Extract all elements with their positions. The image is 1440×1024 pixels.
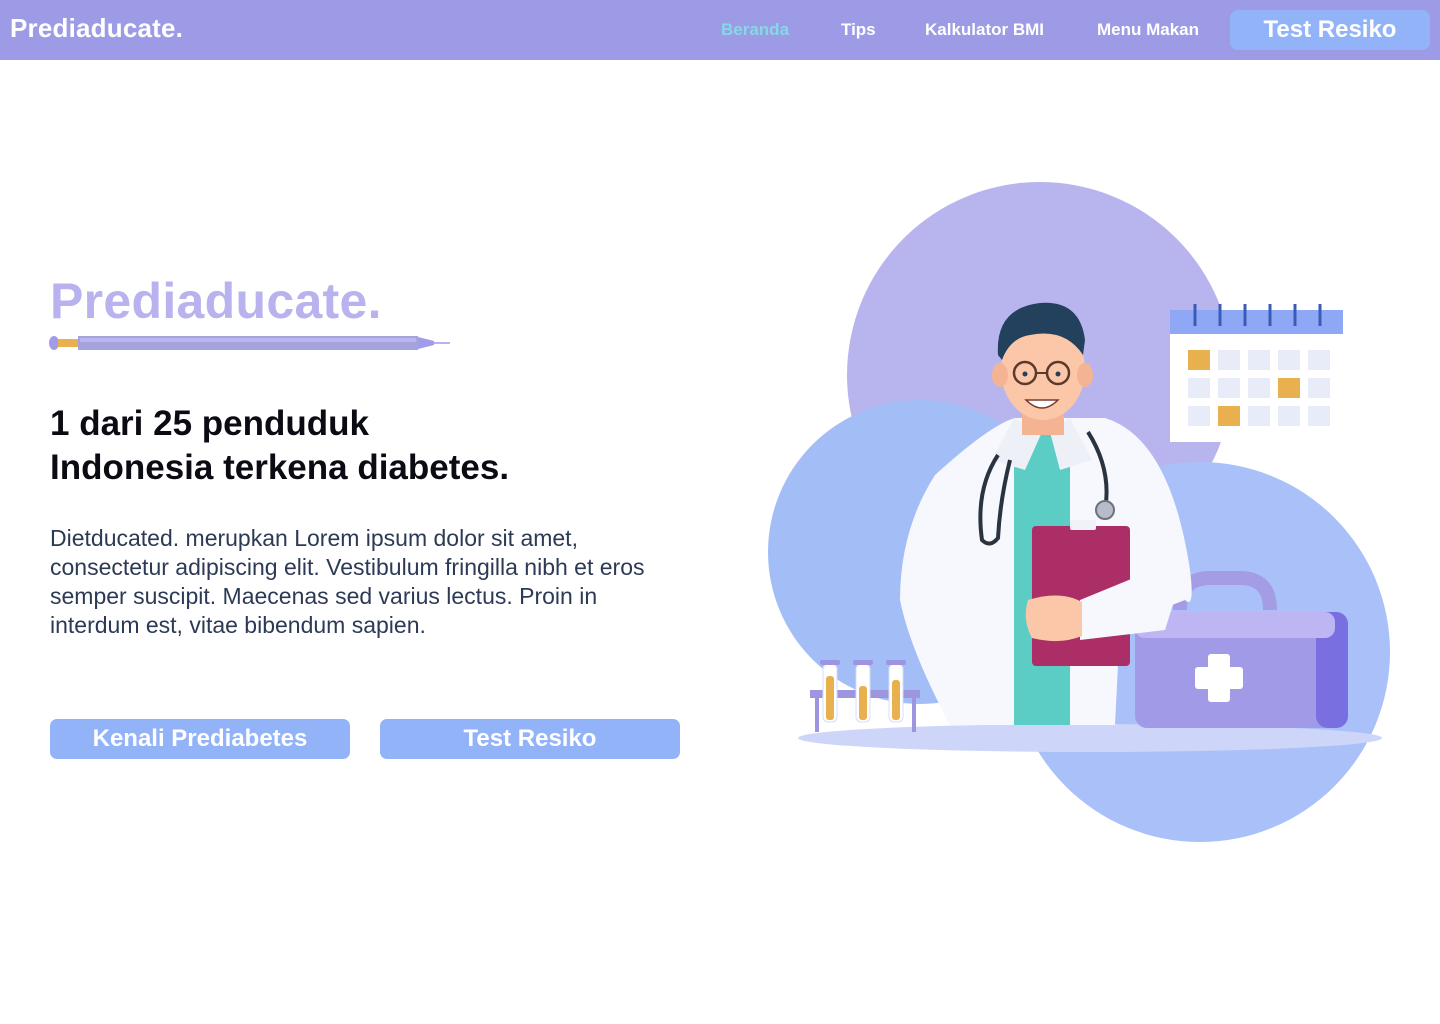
hero-headline: 1 dari 25 penduduk Indonesia terkena dia… (50, 402, 690, 490)
floor-shadow (798, 724, 1382, 752)
nav-test-resiko-button[interactable]: Test Resiko (1230, 10, 1430, 50)
kenali-prediabetes-button[interactable]: Kenali Prediabetes (50, 719, 350, 759)
nav-link-beranda[interactable]: Beranda (721, 20, 789, 40)
syringe-icon (49, 336, 450, 350)
hero-brand-title: Prediaducate. (50, 273, 382, 329)
nav-link-tips[interactable]: Tips (841, 20, 876, 40)
test-tubes-icon (810, 660, 920, 732)
test-resiko-button[interactable]: Test Resiko (380, 719, 680, 759)
nav-link-kalkulator-bmi[interactable]: Kalkulator BMI (925, 20, 1044, 40)
hero-description: Dietducated. merupkan Lorem ipsum dolor … (50, 525, 645, 638)
calendar-icon (1170, 304, 1343, 442)
navbar: Prediaducate. Beranda Tips Kalkulator BM… (0, 0, 1440, 60)
headline-line-1: 1 dari 25 penduduk (50, 404, 369, 443)
doctor-illustration (768, 182, 1390, 842)
navbar-brand[interactable]: Prediaducate. (10, 13, 183, 44)
nav-link-menu-makan[interactable]: Menu Makan (1097, 20, 1199, 40)
headline-line-2: Indonesia terkena diabetes. (50, 448, 510, 487)
